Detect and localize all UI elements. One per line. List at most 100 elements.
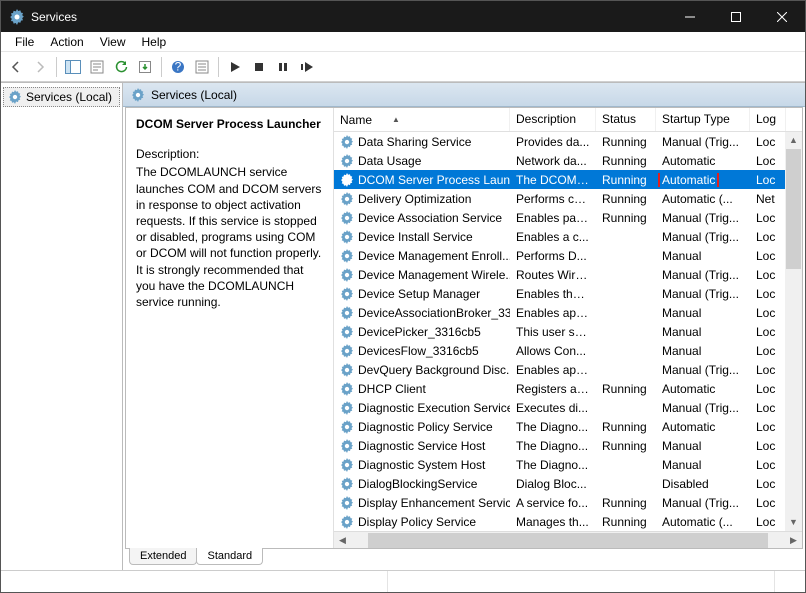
window-title: Services (31, 10, 667, 24)
table-row[interactable]: Device Setup ManagerEnables the ...Manua… (334, 284, 802, 303)
table-row[interactable]: Data UsageNetwork da...RunningAutomaticL… (334, 151, 802, 170)
cell-logon: Loc (750, 230, 786, 244)
properties-button[interactable] (86, 56, 108, 78)
scroll-thumb[interactable] (368, 533, 768, 548)
cell-logon: Loc (750, 173, 786, 187)
table-row[interactable]: Diagnostic Policy ServiceThe Diagno...Ru… (334, 417, 802, 436)
cell-name: Device Management Enroll... (334, 249, 510, 263)
table-row[interactable]: DevicesFlow_3316cb5Allows Con...ManualLo… (334, 341, 802, 360)
cell-logon: Loc (750, 458, 786, 472)
gear-icon (340, 192, 354, 206)
back-button[interactable] (5, 56, 27, 78)
gear-icon (131, 88, 145, 102)
scroll-thumb[interactable] (786, 149, 801, 269)
menu-view[interactable]: View (92, 32, 134, 52)
cell-name: DCOM Server Process Laun... (334, 173, 510, 187)
tree-root-label: Services (Local) (26, 90, 112, 104)
menu-action[interactable]: Action (42, 32, 91, 52)
vertical-scrollbar[interactable]: ▲ ▼ (785, 132, 802, 531)
table-row[interactable]: DevQuery Background Disc...Enables app..… (334, 360, 802, 379)
table-row[interactable]: Device Association ServiceEnables pair..… (334, 208, 802, 227)
show-hide-tree-button[interactable] (62, 56, 84, 78)
cell-startup: Manual (Trig... (656, 287, 750, 301)
cell-status: Running (596, 515, 656, 529)
help-button[interactable]: ? (167, 56, 189, 78)
options-button[interactable] (191, 56, 213, 78)
horizontal-scrollbar[interactable]: ◀ ▶ (334, 531, 802, 548)
table-row[interactable]: Diagnostic Service HostThe Diagno...Runn… (334, 436, 802, 455)
maximize-button[interactable] (713, 1, 759, 32)
column-header-status[interactable]: Status (596, 108, 656, 131)
gear-icon (340, 363, 354, 377)
table-row[interactable]: Device Management Wirele...Routes Wire..… (334, 265, 802, 284)
table-row[interactable]: DHCP ClientRegisters an...RunningAutomat… (334, 379, 802, 398)
cell-logon: Loc (750, 496, 786, 510)
scroll-right-arrow-icon[interactable]: ▶ (785, 535, 802, 546)
close-button[interactable] (759, 1, 805, 32)
cell-startup: Manual (Trig... (656, 401, 750, 415)
menu-file[interactable]: File (7, 32, 42, 52)
scroll-down-arrow-icon[interactable]: ▼ (785, 514, 802, 531)
column-header-startup[interactable]: Startup Type (656, 108, 750, 131)
cell-logon: Loc (750, 135, 786, 149)
restart-service-button[interactable] (296, 56, 318, 78)
tree-root-node[interactable]: Services (Local) (3, 87, 120, 107)
cell-startup: Automatic (... (656, 515, 750, 529)
cell-description: Routes Wire... (510, 268, 596, 282)
cell-name: DevicesFlow_3316cb5 (334, 344, 510, 358)
table-row[interactable]: DCOM Server Process Laun...The DCOML...R… (334, 170, 802, 189)
cell-logon: Loc (750, 268, 786, 282)
stop-service-button[interactable] (248, 56, 270, 78)
gear-icon (340, 344, 354, 358)
toolbar: ? (1, 52, 805, 82)
cell-logon: Loc (750, 306, 786, 320)
cell-description: Network da... (510, 154, 596, 168)
view-tabs: Extended Standard (125, 549, 803, 570)
cell-description: Enables pair... (510, 211, 596, 225)
column-header-logon[interactable]: Log (750, 108, 786, 131)
table-row[interactable]: DevicePicker_3316cb5This user ser...Manu… (334, 322, 802, 341)
gear-icon (340, 401, 354, 415)
cell-status: Running (596, 382, 656, 396)
start-service-button[interactable] (224, 56, 246, 78)
cell-status: Running (596, 439, 656, 453)
cell-logon: Loc (750, 344, 786, 358)
cell-name: Diagnostic Service Host (334, 439, 510, 453)
forward-button[interactable] (29, 56, 51, 78)
cell-logon: Loc (750, 154, 786, 168)
cell-status: Running (596, 420, 656, 434)
cell-logon: Loc (750, 401, 786, 415)
table-row[interactable]: Data Sharing ServiceProvides da...Runnin… (334, 132, 802, 151)
table-row[interactable]: Device Management Enroll...Performs D...… (334, 246, 802, 265)
cell-logon: Loc (750, 439, 786, 453)
table-row[interactable]: Display Policy ServiceManages th...Runni… (334, 512, 802, 531)
table-row[interactable]: Display Enhancement ServiceA service fo.… (334, 493, 802, 512)
menu-help[interactable]: Help (134, 32, 175, 52)
cell-description: Enables app... (510, 363, 596, 377)
tab-standard[interactable]: Standard (196, 548, 263, 565)
export-button[interactable] (134, 56, 156, 78)
table-row[interactable]: DeviceAssociationBroker_33...Enables app… (334, 303, 802, 322)
table-row[interactable]: Diagnostic System HostThe Diagno...Manua… (334, 455, 802, 474)
cell-logon: Loc (750, 211, 786, 225)
scroll-left-arrow-icon[interactable]: ◀ (334, 535, 351, 546)
cell-name: Device Association Service (334, 211, 510, 225)
column-header-description[interactable]: Description (510, 108, 596, 131)
tab-extended[interactable]: Extended (129, 548, 197, 565)
column-header-name[interactable]: Name▲ (334, 108, 510, 131)
pause-service-button[interactable] (272, 56, 294, 78)
refresh-button[interactable] (110, 56, 132, 78)
cell-startup: Manual (656, 306, 750, 320)
minimize-button[interactable] (667, 1, 713, 32)
table-row[interactable]: DialogBlockingServiceDialog Bloc...Disab… (334, 474, 802, 493)
cell-name: DeviceAssociationBroker_33... (334, 306, 510, 320)
cell-name: Data Sharing Service (334, 135, 510, 149)
scroll-up-arrow-icon[interactable]: ▲ (785, 132, 802, 149)
cell-description: Enables app... (510, 306, 596, 320)
cell-name: Data Usage (334, 154, 510, 168)
cell-name: DevicePicker_3316cb5 (334, 325, 510, 339)
table-row[interactable]: Device Install ServiceEnables a c...Manu… (334, 227, 802, 246)
table-row[interactable]: Delivery OptimizationPerforms co...Runni… (334, 189, 802, 208)
cell-startup: Manual (656, 344, 750, 358)
table-row[interactable]: Diagnostic Execution ServiceExecutes di.… (334, 398, 802, 417)
